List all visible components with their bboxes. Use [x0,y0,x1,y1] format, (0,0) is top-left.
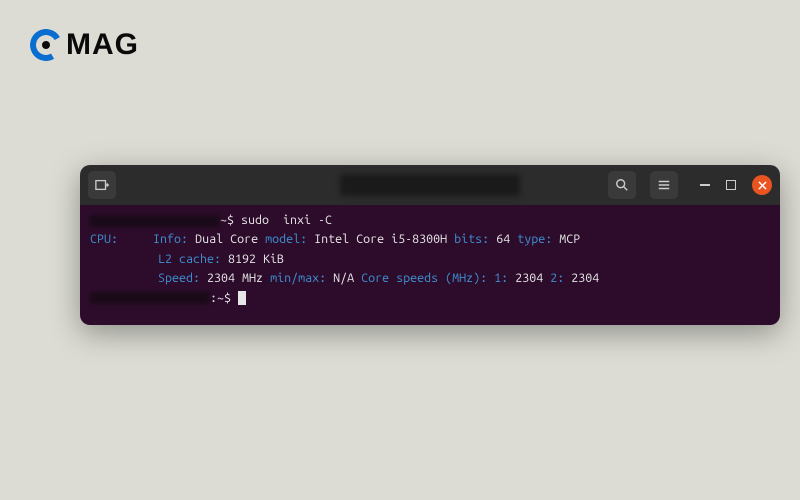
command-text: sudo inxi -C [241,213,332,227]
core1-value: 2304 [515,271,543,285]
cores-label: Core speeds (MHz): [361,271,487,285]
cursor [238,291,246,305]
core1-label: 1: [494,271,508,285]
close-icon [758,181,767,190]
maximize-button[interactable] [726,180,736,190]
search-icon [615,178,629,192]
output-line-speed: Speed: 2304 MHz min/max: N/A Core speeds… [90,269,770,288]
output-line-cpu: CPU: Info: Dual Core model: Intel Core i… [90,230,770,249]
brand-logo: MAG [30,28,139,62]
prompt-suffix-2: :~$ [210,291,231,305]
core2-label: 2: [550,271,564,285]
core2-value: 2304 [571,271,599,285]
l2-label: L2 cache: [158,252,221,266]
prompt-suffix: ~$ [220,213,234,227]
info-value: Dual Core [195,232,258,246]
hamburger-icon [657,178,671,192]
speed-value: 2304 MHz [207,271,263,285]
type-label: type: [517,232,552,246]
new-tab-icon [95,178,109,192]
terminal-window: xxxxxxxxxxxxxx~$ sudo inxi -C CPU: Info:… [80,165,780,325]
logo-text: MAG [66,28,139,62]
l2-value: 8192 KiB [228,252,284,266]
cpu-label: CPU: [90,232,118,246]
close-button[interactable] [752,175,772,195]
logo-icon [30,29,62,61]
speed-label: Speed: [158,271,200,285]
bits-label: bits: [454,232,489,246]
minmax-value: N/A [333,271,354,285]
window-title-blurred [340,174,520,196]
search-button[interactable] [608,171,636,199]
type-value: MCP [559,232,580,246]
new-tab-button[interactable] [88,171,116,199]
minmax-label: min/max: [270,271,326,285]
terminal-body[interactable]: xxxxxxxxxxxxxx~$ sudo inxi -C CPU: Info:… [80,205,780,325]
window-titlebar[interactable] [80,165,780,205]
hamburger-menu-button[interactable] [650,171,678,199]
bits-value: 64 [496,232,510,246]
redacted-user-host: xxxxxxxxxxxxxx [90,215,220,227]
prompt-line-1: xxxxxxxxxxxxxx~$ sudo inxi -C [90,211,770,230]
output-line-l2: L2 cache: 8192 KiB [90,250,770,269]
redacted-user-host-2: xxxxxxxxxxxxx [90,292,210,304]
prompt-line-2: xxxxxxxxxxxxx:~$ [90,289,770,308]
model-label: model: [265,232,307,246]
minimize-button[interactable] [700,184,710,186]
model-value: Intel Core i5-8300H [314,232,447,246]
info-label: Info: [153,232,188,246]
